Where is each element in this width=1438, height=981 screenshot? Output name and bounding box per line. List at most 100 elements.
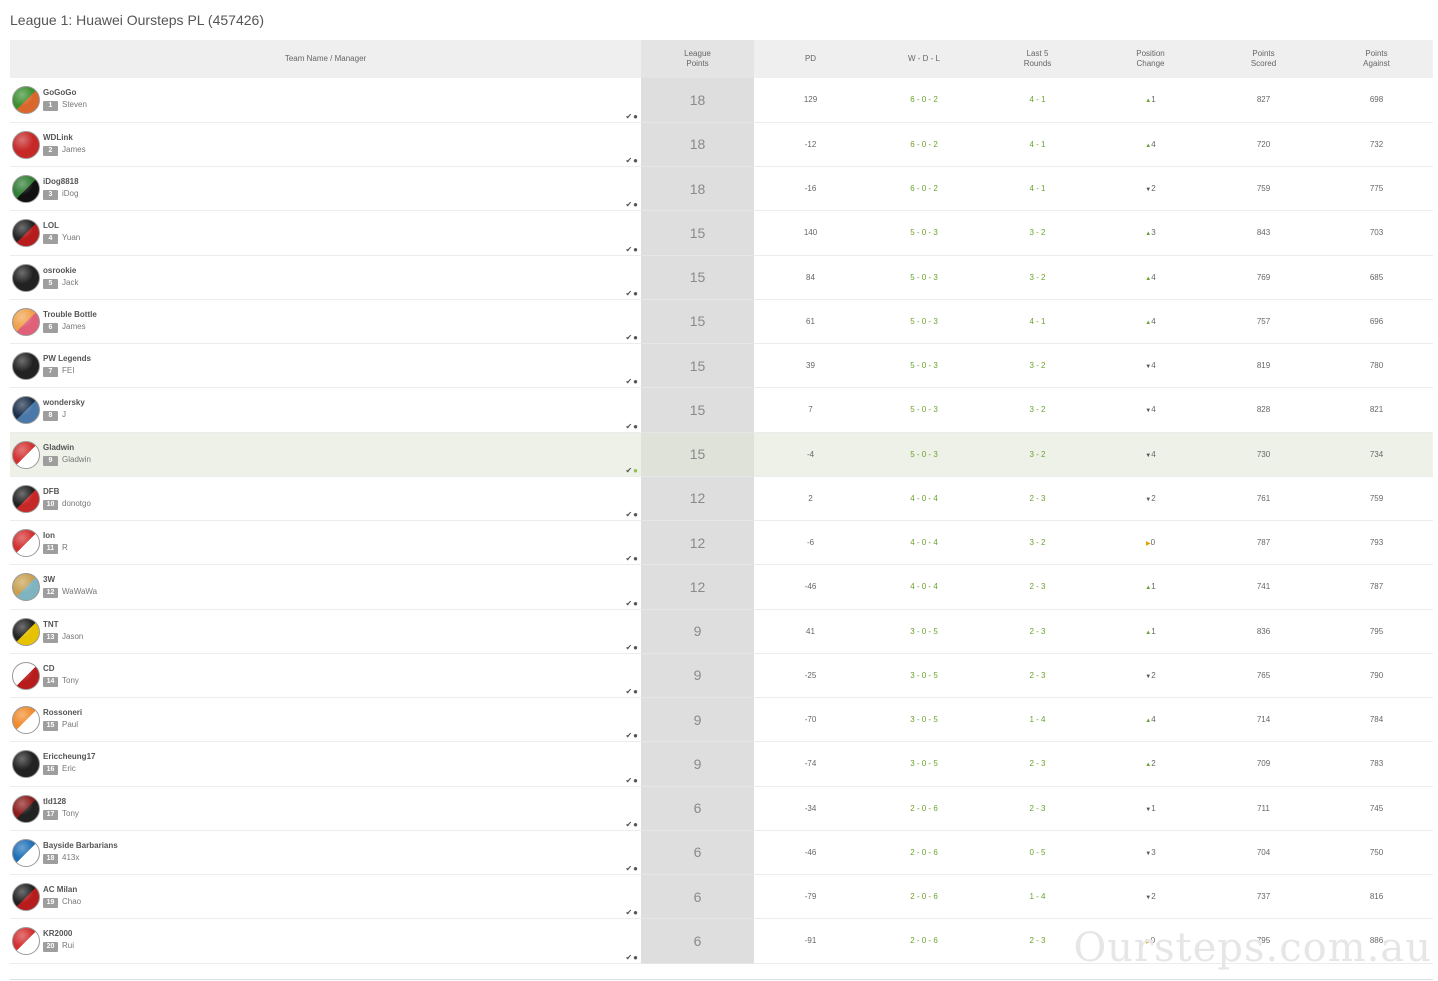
check-icon[interactable]: ✔ [625,156,633,165]
table-row[interactable]: GoGoGo 1 Steven ✔● 18 129 6 - 0 - 24 - 1 ▲1 827 6… [10,78,1433,123]
user-icon[interactable]: ● [633,643,639,652]
team-logo-icon[interactable] [12,838,40,867]
user-icon[interactable]: ● [633,333,639,342]
table-row[interactable]: iDog8818 3 iDog ✔● 18 -16 6 - 0 - 24 - 1 ▼2 759 7… [10,166,1433,212]
team-name-link[interactable]: tld128 [43,797,66,806]
header-team[interactable]: Team Name / Manager [10,40,641,78]
table-row[interactable]: TNT 13 Jason ✔● 9 41 3 - 0 - 52 - 3 ▲1 836 795 [10,609,1433,654]
check-icon[interactable]: ✔ [625,599,633,608]
team-logo-icon[interactable] [12,130,40,159]
table-row[interactable]: 3W 12 WaWaWa ✔● 12 -46 4 - 0 - 42 - 3 ▲1 741 787 [10,564,1433,610]
team-name-link[interactable]: Rossoneri [43,708,82,717]
team-name-link[interactable]: 3W [43,575,55,584]
table-row[interactable]: CD 14 Tony ✔● 9 -25 3 - 0 - 52 - 3 ▼2 765 790 [10,653,1433,699]
table-row[interactable]: tld128 17 Tony ✔● 6 -34 2 - 0 - 62 - 3 ▼1 711 745 [10,786,1433,831]
check-icon[interactable]: ✔ [625,289,633,298]
team-name-link[interactable]: Bayside Barbarians [43,841,118,850]
team-logo-icon[interactable] [12,307,40,336]
user-icon[interactable]: ● [633,377,639,386]
team-logo-icon[interactable] [12,86,40,114]
check-icon[interactable]: ✔ [625,377,633,386]
check-icon[interactable]: ✔ [625,554,633,563]
team-name-link[interactable]: Ericcheung17 [43,752,95,761]
table-row[interactable]: Trouble Bottle 6 James ✔● 15 61 5 - 0 - 34 - 1… [10,299,1433,345]
user-icon[interactable]: ● [633,245,639,254]
header-pd[interactable]: PD [754,40,867,78]
team-logo-icon[interactable] [12,175,40,203]
check-icon[interactable]: ✔ [625,953,633,962]
team-logo-icon[interactable] [12,927,40,956]
team-name-link[interactable]: DFB [43,487,59,496]
header-league-points[interactable]: League Points [641,40,754,78]
team-name-link[interactable]: WDLink [43,133,73,142]
user-icon[interactable]: ● [633,466,639,475]
team-name-link[interactable]: iDog8818 [43,177,79,186]
user-icon[interactable]: ● [633,908,639,917]
table-row[interactable]: Bayside Barbarians 18 413x ✔● 6 -46 2 - 0 - 60… [10,830,1433,876]
header-position-change[interactable]: Position Change [1094,40,1207,78]
team-logo-icon[interactable] [12,440,40,469]
table-row[interactable]: osrookie 5 Jack ✔● 15 84 5 - 0 - 33 - 2 ▲4 769 68… [10,255,1433,300]
team-name-link[interactable]: osrookie [43,266,76,275]
table-row[interactable]: WDLink 2 James ✔● 18 -12 6 - 0 - 24 - 1 ▲4 720 73… [10,122,1433,168]
check-icon[interactable]: ✔ [625,776,633,785]
team-logo-icon[interactable] [12,484,40,513]
team-name-link[interactable]: LOL [43,221,59,230]
team-name-link[interactable]: CD [43,664,55,673]
team-name-link[interactable]: wondersky [43,398,85,407]
team-logo-icon[interactable] [12,661,40,690]
table-row[interactable]: DFB 10 donotgo ✔● 12 2 4 - 0 - 42 - 3 ▼2 761 759 [10,476,1433,522]
team-logo-icon[interactable] [12,883,40,911]
user-icon[interactable]: ● [633,953,639,962]
header-last5[interactable]: Last 5 Rounds [981,40,1094,78]
team-logo-icon[interactable] [12,750,40,779]
team-name-link[interactable]: AC Milan [43,885,77,894]
check-icon[interactable]: ✔ [625,333,633,342]
team-logo-icon[interactable] [12,617,40,646]
table-row[interactable]: PW Legends 7 FEI ✔● 15 39 5 - 0 - 33 - 2 ▼4 819 7… [10,343,1433,389]
check-icon[interactable]: ✔ [625,422,633,431]
header-wdl[interactable]: W - D - L [867,40,981,78]
check-icon[interactable]: ✔ [625,820,633,829]
header-points-against[interactable]: Points Against [1320,40,1433,78]
check-icon[interactable]: ✔ [625,864,633,873]
user-icon[interactable]: ● [633,200,639,209]
check-icon[interactable]: ✔ [625,112,633,121]
check-icon[interactable]: ✔ [625,245,633,254]
user-icon[interactable]: ● [633,864,639,873]
team-logo-icon[interactable] [12,706,40,734]
team-logo-icon[interactable] [12,219,40,248]
user-icon[interactable]: ● [633,422,639,431]
table-row[interactable]: Gladwin 9 Gladwin ✔● 15 -4 5 - 0 - 33 - 2 ▼4 730… [10,432,1433,477]
user-icon[interactable]: ● [633,112,639,121]
table-row[interactable]: Ion 11 R ✔● 12 -6 4 - 0 - 43 - 2 ▶0 787 793 [10,520,1433,566]
team-logo-icon[interactable] [12,352,40,380]
check-icon[interactable]: ✔ [625,908,633,917]
team-logo-icon[interactable] [12,396,40,425]
team-name-link[interactable]: KR2000 [43,929,72,938]
check-icon[interactable]: ✔ [625,731,633,740]
team-logo-icon[interactable] [12,263,40,292]
user-icon[interactable]: ● [633,731,639,740]
check-icon[interactable]: ✔ [625,643,633,652]
team-name-link[interactable]: TNT [43,620,59,629]
team-name-link[interactable]: Gladwin [43,443,74,452]
team-logo-icon[interactable] [12,573,40,602]
check-icon[interactable]: ✔ [625,200,633,209]
user-icon[interactable]: ● [633,820,639,829]
user-icon[interactable]: ● [633,776,639,785]
header-points-scored[interactable]: Points Scored [1207,40,1320,78]
team-name-link[interactable]: GoGoGo [43,88,76,97]
table-row[interactable]: LOL 4 Yuan ✔● 15 140 5 - 0 - 33 - 2 ▲3 843 703 [10,210,1433,256]
team-logo-icon[interactable] [12,794,40,823]
table-row[interactable]: wondersky 8 J ✔● 15 7 5 - 0 - 33 - 2 ▼4 828 821 [10,387,1433,433]
user-icon[interactable]: ● [633,510,639,519]
check-icon[interactable]: ✔ [625,466,633,475]
team-name-link[interactable]: PW Legends [43,354,91,363]
table-row[interactable]: Rossoneri 15 Paul ✔● 9 -70 3 - 0 - 51 - 4 ▲4 714… [10,697,1433,743]
team-name-link[interactable]: Trouble Bottle [43,310,97,319]
check-icon[interactable]: ✔ [625,510,633,519]
team-name-link[interactable]: Ion [43,531,55,540]
user-icon[interactable]: ● [633,289,639,298]
user-icon[interactable]: ● [633,687,639,696]
